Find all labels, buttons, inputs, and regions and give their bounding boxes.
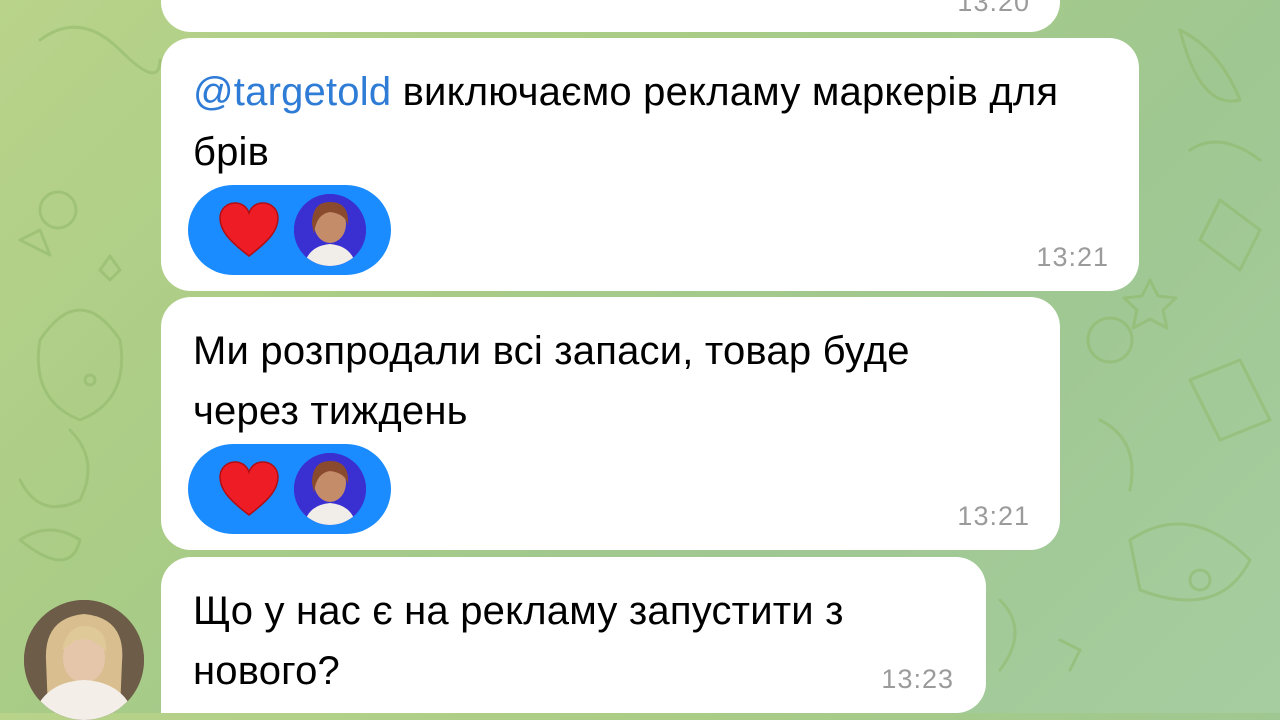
sender-avatar[interactable]: [24, 600, 144, 720]
message-text: Ми розпродали всі запаси, товар буде чер…: [193, 329, 910, 433]
message-text: @targetold виключаємо рекламу маркерів д…: [193, 62, 1107, 182]
message-bubble[interactable]: Ми розпродали всі запаси, товар буде чер…: [161, 297, 1060, 550]
reactor-avatar: [294, 194, 366, 266]
mention-link[interactable]: @targetold: [193, 70, 391, 114]
message-bubble-partial[interactable]: 13:20: [161, 0, 1060, 32]
reactor-avatar: [294, 453, 366, 525]
message-time: 13:20: [957, 0, 1030, 17]
heart-icon: [219, 202, 279, 257]
reaction-chip[interactable]: [188, 444, 391, 534]
reaction-chip[interactable]: [188, 185, 391, 275]
heart-icon: [219, 461, 279, 516]
message-bubble[interactable]: Що у нас є на рекламу запустити з нового…: [161, 557, 986, 713]
message-text: Що у нас є на рекламу запустити з нового…: [193, 589, 844, 693]
message-time: 13:21: [1036, 242, 1109, 272]
message-time: 13:23: [881, 664, 954, 694]
message-bubble[interactable]: @targetold виключаємо рекламу маркерів д…: [161, 38, 1139, 291]
message-time: 13:21: [957, 501, 1030, 531]
